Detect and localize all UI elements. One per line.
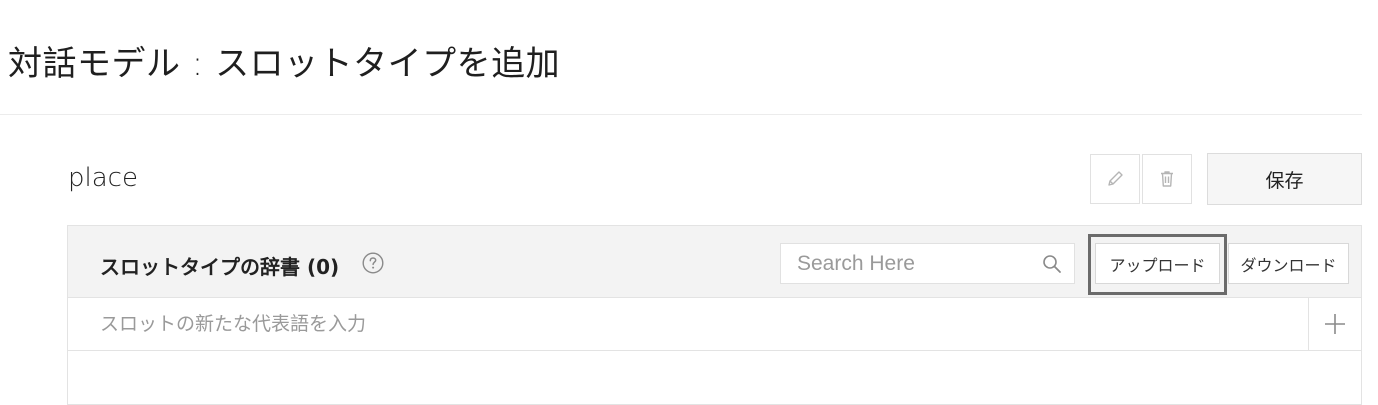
add-value-button[interactable] — [1308, 298, 1361, 350]
search-icon[interactable] — [1042, 254, 1062, 274]
slot-type-name: place — [68, 163, 138, 193]
page-title: 対話モデル : スロットタイプを追加 — [8, 44, 561, 84]
upload-button[interactable]: アップロード — [1095, 243, 1220, 284]
dictionary-title: スロットタイプの辞書 (0) — [100, 255, 340, 279]
title-divider — [0, 114, 1362, 115]
search-input[interactable] — [781, 244, 1047, 283]
search-box — [780, 243, 1075, 284]
trash-icon — [1161, 171, 1173, 187]
new-value-row — [68, 298, 1361, 351]
save-button[interactable]: 保存 — [1207, 153, 1362, 205]
plus-icon — [1325, 314, 1345, 334]
download-button[interactable]: ダウンロード — [1228, 243, 1349, 284]
new-slot-value-input[interactable] — [68, 298, 1298, 350]
slot-dictionary-panel: スロットタイプの辞書 (0) アップロード ダウンロード — [67, 225, 1362, 405]
dictionary-header: スロットタイプの辞書 (0) アップロード ダウンロード — [68, 226, 1361, 298]
delete-button[interactable] — [1142, 154, 1192, 204]
help-icon[interactable] — [362, 252, 384, 274]
edit-button[interactable] — [1090, 154, 1140, 204]
pencil-icon — [1108, 171, 1123, 186]
